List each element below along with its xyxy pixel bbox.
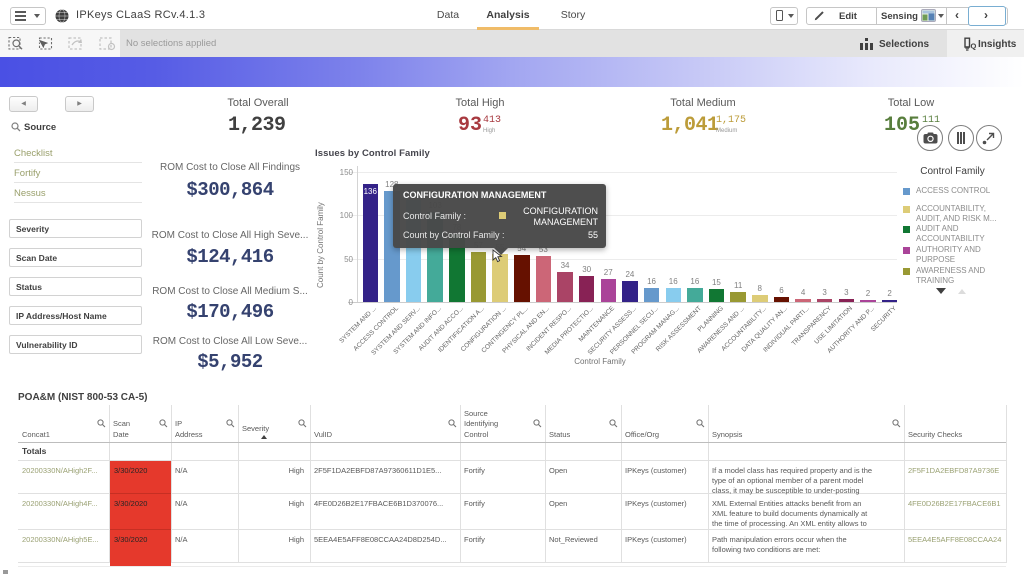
svg-text:Q: Q	[971, 42, 977, 51]
